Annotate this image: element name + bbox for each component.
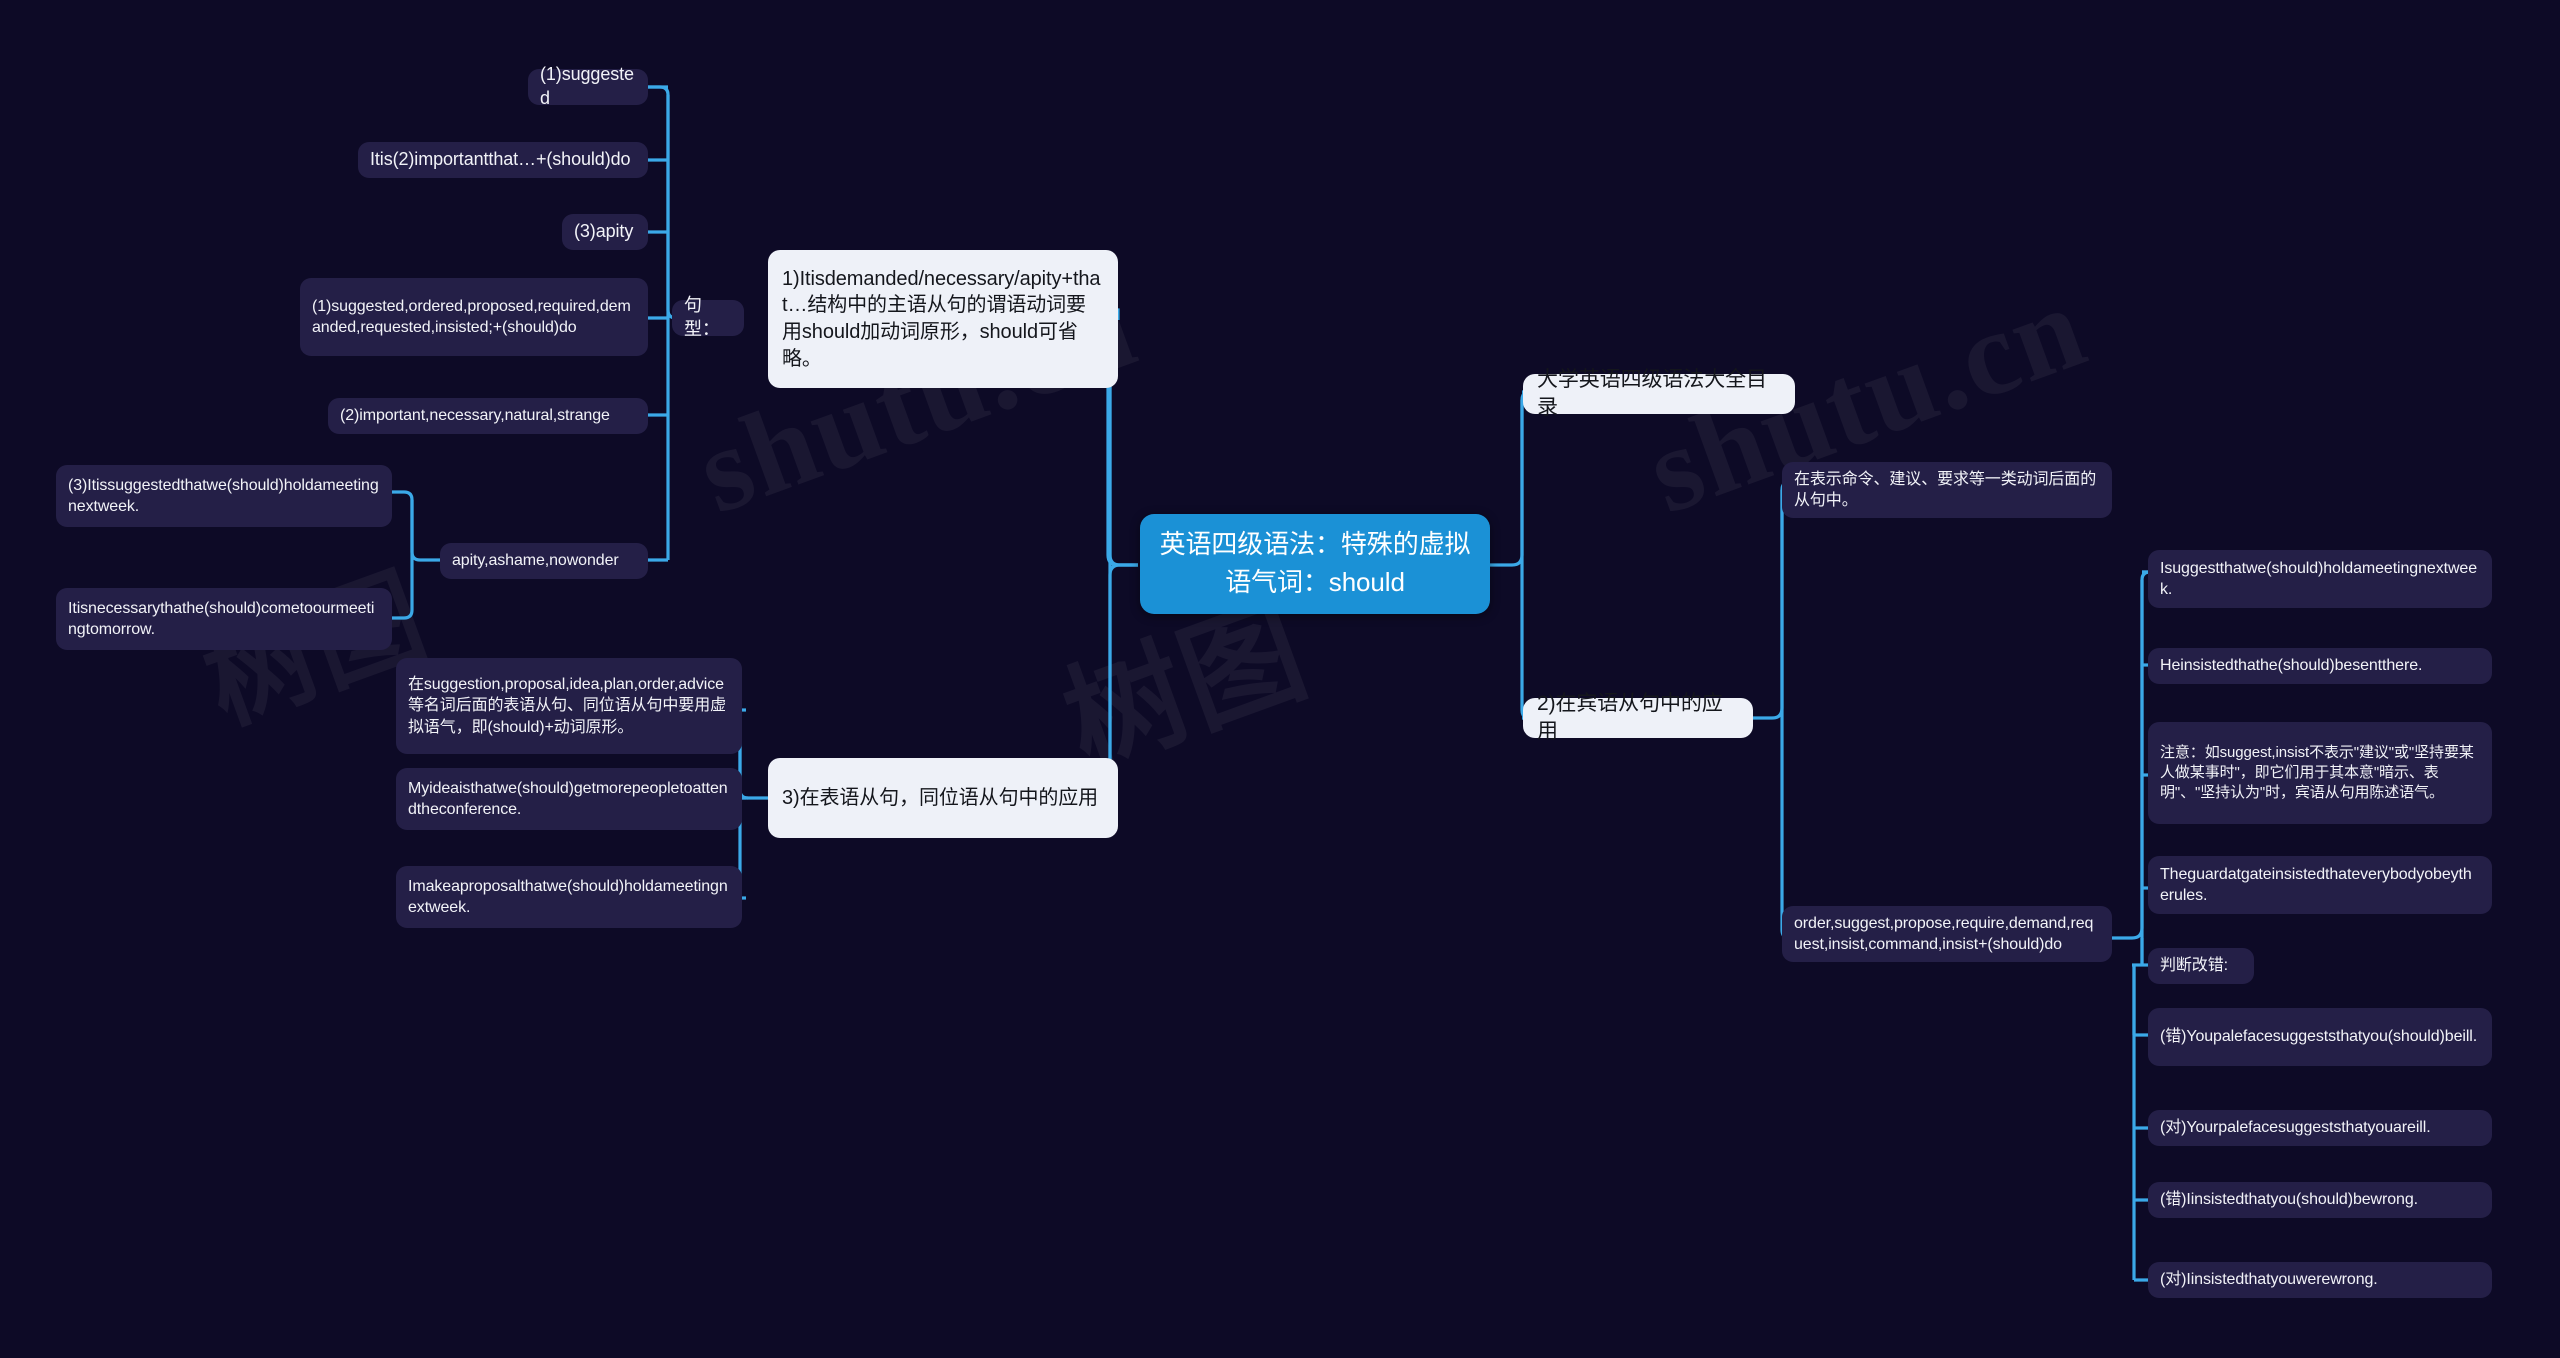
- node-label: 在表示命令、建议、要求等一类动词后面的从句中。: [1794, 470, 2097, 509]
- node-label: 在suggestion,proposal,idea,plan,order,adv…: [408, 676, 727, 736]
- node-suggestion-noun-list[interactable]: 在suggestion,proposal,idea,plan,order,adv…: [396, 658, 742, 754]
- node-example-he-insisted[interactable]: Heinsistedthathe(should)besentthere.: [2148, 648, 2492, 684]
- node-label: Itisnecessarythathe(should)cometoourmeet…: [68, 599, 375, 638]
- node-label: apity,ashame,nowonder: [452, 552, 619, 570]
- node-label: 3)在表语从句，同位语从句中的应用: [782, 786, 1099, 809]
- node-label: Isuggestthatwe(should)holdameetingnextwe…: [2160, 559, 2477, 598]
- node-label: Theguardatgateinsistedthateverybodyobeyt…: [2160, 865, 2472, 904]
- node-label: (2)important,necessary,natural,strange: [340, 407, 610, 425]
- node-label: (1)suggested: [540, 64, 634, 108]
- node-correct-pale-face[interactable]: (对)Yourpalefacesuggeststhatyouareill.: [2148, 1110, 2492, 1146]
- node-note-suggest-insist[interactable]: 注意：如suggest,insist不表示"建议"或"坚持要某人做某事时"，即它…: [2148, 722, 2492, 824]
- node-label: 判断改错:: [2160, 957, 2228, 975]
- node-sentence-pattern[interactable]: 句型：: [672, 295, 744, 339]
- node-wrong-pale-face[interactable]: (错)Youpalefacesuggeststhatyou(should)bei…: [2148, 1008, 2492, 1066]
- node-example-i-suggest[interactable]: Isuggestthatwe(should)holdameetingnextwe…: [2148, 550, 2492, 608]
- node-verb-list-order-suggest[interactable]: order,suggest,propose,require,demand,req…: [1782, 906, 2112, 962]
- node-label: 2)在宾语从句中的应用: [1537, 692, 1723, 743]
- node-label: order,suggest,propose,require,demand,req…: [1794, 914, 2094, 953]
- node-verb-list-1[interactable]: (1)suggested,ordered,proposed,required,d…: [300, 278, 648, 356]
- node-label: (错)Youpalefacesuggeststhatyou(should)bei…: [2160, 1028, 2478, 1046]
- node-example-proposal[interactable]: Imakeaproposalthatwe(should)holdameeting…: [396, 866, 742, 928]
- node-example-suggested-meeting[interactable]: (3)Itissuggestedthatwe(should)holdameeti…: [56, 465, 392, 527]
- mindmap-canvas[interactable]: shutu.cn shutu.cn 树图 树图 英语四级语法：特殊的虚拟语气词：…: [0, 0, 2560, 1358]
- node-adjective-list-2[interactable]: (2)important,necessary,natural,strange: [328, 398, 648, 434]
- node-apity-ashame-nowonder[interactable]: apity,ashame,nowonder: [440, 543, 648, 579]
- node-label: 大学英语四级语法大全目录: [1537, 368, 1767, 419]
- root-node[interactable]: 英语四级语法：特殊的虚拟语气词：should: [1140, 514, 1490, 614]
- node-judge-correct-error[interactable]: 判断改错:: [2148, 948, 2254, 984]
- node-topic-3-predicative-clause[interactable]: 3)在表语从句，同位语从句中的应用: [768, 758, 1118, 838]
- node-example-guard-at-gate[interactable]: Theguardatgateinsistedthateverybodyobeyt…: [2148, 856, 2492, 914]
- node-label: Heinsistedthathe(should)besentthere.: [2160, 657, 2423, 675]
- node-label: (对)Yourpalefacesuggeststhatyouareill.: [2160, 1119, 2431, 1137]
- node-label: (3)apity: [574, 221, 634, 242]
- node-wrong-insisted[interactable]: (错)Iinsistedthatyou(should)bewrong.: [2148, 1182, 2492, 1218]
- node-label: (对)Iinsistedthatyouwerewrong.: [2160, 1271, 2378, 1289]
- root-label: 英语四级语法：特殊的虚拟语气词：should: [1159, 529, 1471, 597]
- node-catalog[interactable]: 大学英语四级语法大全目录: [1523, 368, 1795, 419]
- node-example-my-idea[interactable]: Myideaisthatwe(should)getmorepeopletoatt…: [396, 768, 742, 830]
- node-label: 句型：: [684, 295, 720, 339]
- node-label: (1)suggested,ordered,proposed,required,d…: [312, 297, 631, 336]
- node-itis-important-that[interactable]: Itis(2)importantthat…+(should)do: [358, 142, 648, 178]
- node-topic-2-object-clause[interactable]: 2)在宾语从句中的应用: [1523, 692, 1753, 743]
- node-label: Itis(2)importantthat…+(should)do: [370, 149, 631, 170]
- node-topic-1-subject-clause[interactable]: 1)Itisdemanded/necessary/apity+that…结构中的…: [768, 250, 1118, 388]
- node-suggested-1[interactable]: (1)suggested: [528, 64, 648, 108]
- node-label: Imakeaproposalthatwe(should)holdameeting…: [408, 877, 728, 916]
- node-label: (3)Itissuggestedthatwe(should)holdameeti…: [68, 476, 379, 515]
- node-label: 1)Itisdemanded/necessary/apity+that…结构中的…: [782, 267, 1101, 370]
- node-example-necessary-come[interactable]: Itisnecessarythathe(should)cometoourmeet…: [56, 588, 392, 650]
- node-label: 注意：如suggest,insist不表示"建议"或"坚持要某人做某事时"，即它…: [2160, 744, 2474, 801]
- node-command-suggest-request-clause[interactable]: 在表示命令、建议、要求等一类动词后面的从句中。: [1782, 462, 2112, 518]
- node-label: Myideaisthatwe(should)getmorepeopletoatt…: [408, 779, 728, 818]
- node-correct-insisted[interactable]: (对)Iinsistedthatyouwerewrong.: [2148, 1262, 2492, 1298]
- node-label: (错)Iinsistedthatyou(should)bewrong.: [2160, 1191, 2418, 1209]
- node-apity-3[interactable]: (3)apity: [562, 214, 648, 250]
